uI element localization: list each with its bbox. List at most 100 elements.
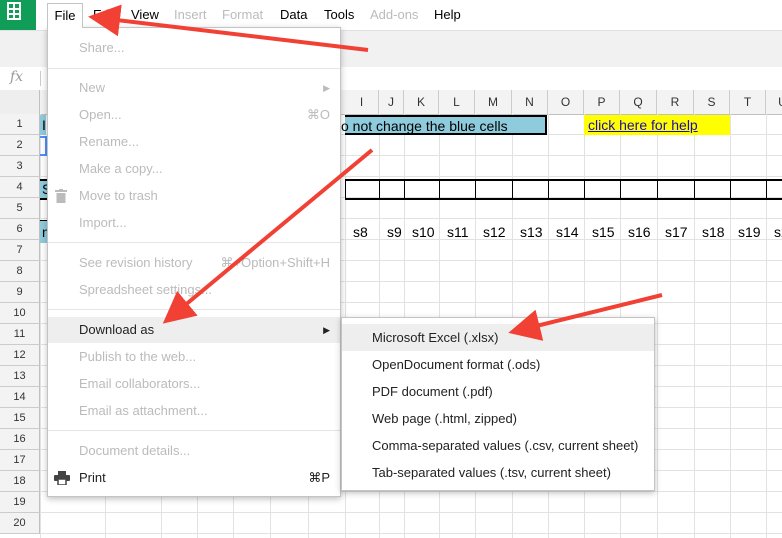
- menu-item-print[interactable]: Print ⌘P: [48, 465, 340, 491]
- column-header[interactable]: T: [730, 90, 766, 114]
- row-header[interactable]: 8: [0, 261, 40, 282]
- sheets-logo-icon[interactable]: [0, 0, 36, 30]
- menu-item-spreadsheet-settings[interactable]: Spreadsheet settings...: [48, 277, 340, 303]
- row-header[interactable]: 7: [0, 240, 40, 261]
- menu-item-label: Import...: [79, 215, 127, 230]
- cell-row6-value[interactable]: s19: [738, 224, 761, 240]
- column-header[interactable]: Q: [620, 90, 657, 114]
- cell-row6-value[interactable]: s15: [592, 224, 615, 240]
- cell-row6-value[interactable]: s2: [774, 224, 782, 240]
- fx-icon: fx: [10, 69, 24, 85]
- menu-item-new[interactable]: New ▶: [48, 75, 340, 101]
- cell-row6-value[interactable]: s8: [353, 224, 368, 240]
- row-header[interactable]: 12: [0, 345, 40, 366]
- cell-row6-value[interactable]: s12: [483, 224, 506, 240]
- row-header[interactable]: 4: [0, 177, 40, 198]
- column-header[interactable]: S: [694, 90, 730, 114]
- cell-row6-value[interactable]: s13: [520, 224, 543, 240]
- column-header[interactable]: K: [404, 90, 439, 114]
- row-header[interactable]: 10: [0, 303, 40, 324]
- download-as-submenu: Microsoft Excel (.xlsx) OpenDocument for…: [341, 317, 655, 491]
- menu-item-label: See revision history: [79, 255, 193, 270]
- row-header[interactable]: 18: [0, 471, 40, 492]
- bordered-cells-row4[interactable]: [345, 179, 782, 200]
- column-header[interactable]: M: [475, 90, 512, 114]
- cell-border: [379, 179, 380, 200]
- help-link[interactable]: click here for help: [588, 117, 698, 133]
- column-header[interactable]: I: [345, 90, 379, 114]
- selected-cell[interactable]: [40, 136, 47, 156]
- menu-edit[interactable]: Edit: [93, 7, 115, 22]
- blue-cells-row1[interactable]: o not change the blue cells: [341, 115, 547, 135]
- column-header[interactable]: R: [657, 90, 694, 114]
- row-header[interactable]: 14: [0, 387, 40, 408]
- grid-line: [40, 114, 41, 538]
- submenu-item-label: PDF document (.pdf): [372, 384, 493, 399]
- menu-view[interactable]: View: [131, 7, 159, 22]
- submenu-arrow-icon: ▶: [323, 325, 330, 335]
- menu-item-move-to-trash[interactable]: Move to trash: [48, 183, 340, 209]
- row-header[interactable]: 2: [0, 135, 40, 156]
- download-html[interactable]: Web page (.html, zipped): [342, 405, 654, 432]
- cell-row6-value[interactable]: s11: [447, 224, 469, 240]
- menu-divider: [48, 309, 340, 310]
- menu-item-revision-history[interactable]: See revision history ⌘+Option+Shift+H: [48, 250, 340, 276]
- cell-row6-value[interactable]: s9: [387, 224, 402, 240]
- row-header[interactable]: 1: [0, 114, 40, 135]
- row-header[interactable]: 16: [0, 429, 40, 450]
- menu-item-label: Email as attachment...: [79, 403, 208, 418]
- row-header[interactable]: 15: [0, 408, 40, 429]
- select-all-corner[interactable]: [0, 90, 40, 114]
- submenu-item-label: Web page (.html, zipped): [372, 411, 517, 426]
- row-header[interactable]: 17: [0, 450, 40, 471]
- cell-row6-value[interactable]: s14: [556, 224, 579, 240]
- row-header[interactable]: 20: [0, 513, 40, 534]
- cell-row6-value[interactable]: s16: [628, 224, 651, 240]
- menu-help[interactable]: Help: [434, 7, 461, 22]
- menu-item-download-as[interactable]: Download as ▶: [48, 317, 340, 343]
- column-header[interactable]: P: [584, 90, 620, 114]
- grid-line: [694, 114, 695, 538]
- row-header[interactable]: 9: [0, 282, 40, 303]
- menu-item-publish[interactable]: Publish to the web...: [48, 344, 340, 370]
- menu-item-email-collaborators[interactable]: Email collaborators...: [48, 371, 340, 397]
- download-xlsx[interactable]: Microsoft Excel (.xlsx): [342, 324, 654, 351]
- column-header[interactable]: N: [512, 90, 548, 114]
- menu-item-label: Print: [79, 470, 106, 485]
- menu-item-label: Make a copy...: [79, 161, 163, 176]
- menu-data[interactable]: Data: [280, 7, 307, 22]
- menu-item-label: Email collaborators...: [79, 376, 201, 391]
- cell-border: [475, 179, 476, 200]
- download-csv[interactable]: Comma-separated values (.csv, current sh…: [342, 432, 654, 459]
- menu-item-open[interactable]: Open... ⌘O: [48, 102, 340, 128]
- column-header[interactable]: J: [379, 90, 404, 114]
- menu-item-make-copy[interactable]: Make a copy...: [48, 156, 340, 182]
- menu-tools[interactable]: Tools: [324, 7, 354, 22]
- download-ods[interactable]: OpenDocument format (.ods): [342, 351, 654, 378]
- cell-row6-value[interactable]: s17: [665, 224, 688, 240]
- menu-add-ons[interactable]: Add-ons: [370, 7, 418, 22]
- menu-item-rename[interactable]: Rename...: [48, 129, 340, 155]
- row-header[interactable]: 11: [0, 324, 40, 345]
- column-header[interactable]: U: [766, 90, 782, 114]
- row-header[interactable]: 19: [0, 492, 40, 513]
- grid-line: [730, 114, 731, 538]
- menu-insert[interactable]: Insert: [174, 7, 207, 22]
- row-header[interactable]: 3: [0, 156, 40, 177]
- menu-item-email-attachment[interactable]: Email as attachment...: [48, 398, 340, 424]
- menu-format[interactable]: Format: [222, 7, 263, 22]
- column-header[interactable]: L: [439, 90, 475, 114]
- menu-item-document-details[interactable]: Document details...: [48, 438, 340, 464]
- download-pdf[interactable]: PDF document (.pdf): [342, 378, 654, 405]
- download-tsv[interactable]: Tab-separated values (.tsv, current shee…: [342, 459, 654, 486]
- menu-file[interactable]: File: [47, 3, 83, 28]
- row-header[interactable]: 5: [0, 198, 40, 219]
- cell-row6-value[interactable]: s18: [702, 224, 725, 240]
- column-header[interactable]: O: [548, 90, 584, 114]
- menu-item-label: Move to trash: [79, 188, 158, 203]
- menu-item-import[interactable]: Import...: [48, 210, 340, 236]
- row-header[interactable]: 6: [0, 219, 40, 240]
- menu-item-share[interactable]: Share...: [48, 35, 340, 61]
- cell-row6-value[interactable]: s10: [412, 224, 435, 240]
- row-header[interactable]: 13: [0, 366, 40, 387]
